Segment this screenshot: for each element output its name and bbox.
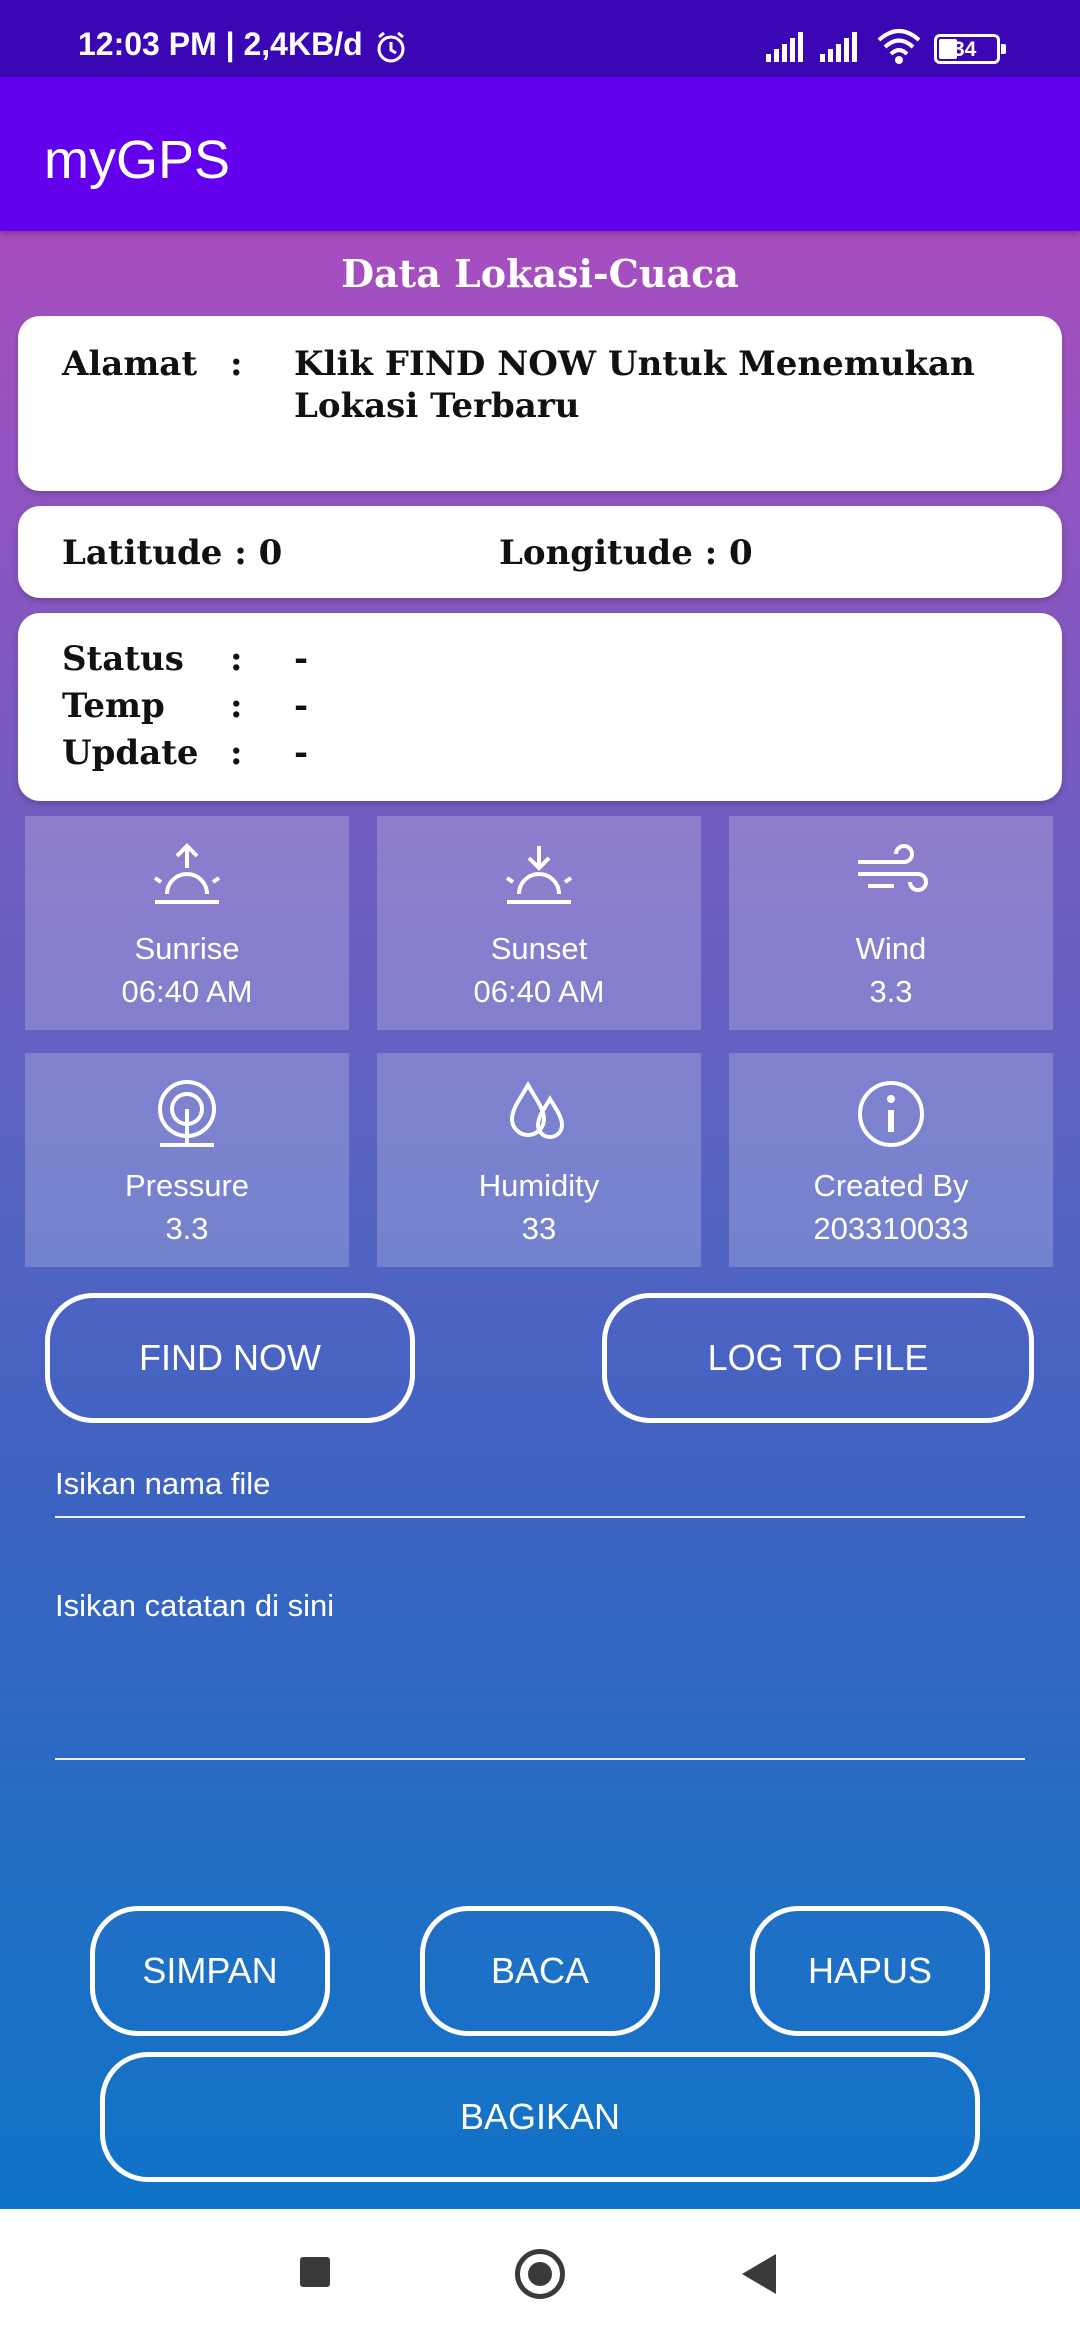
app-bar: myGPS (0, 77, 1080, 231)
note-input[interactable]: Isikan catatan di sini (55, 1588, 1025, 1788)
sunrise-icon (25, 842, 349, 908)
coordinates-card: Latitude : 0 Longitude : 0 (18, 506, 1062, 598)
tile-value: 3.3 (869, 974, 913, 1009)
weather-card: Status : - Temp : - Update : - (18, 613, 1062, 801)
pressure-tile: Pressure 3.3 (25, 1053, 349, 1267)
update-value: - (294, 733, 309, 773)
sunrise-tile: Sunrise 06:40 AM (25, 816, 349, 1030)
humidity-icon (377, 1079, 701, 1143)
address-card: Alamat : Klik FIND NOW Untuk Menemukan L… (18, 316, 1062, 491)
log-to-file-button[interactable]: LOG TO FILE (602, 1293, 1034, 1423)
battery-icon: 34 (934, 34, 1006, 64)
update-label: Update (62, 733, 199, 773)
hapus-button[interactable]: HAPUS (750, 1906, 990, 2036)
bagikan-button[interactable]: BAGIKAN (100, 2052, 980, 2182)
status-bar: 12:03 PM | 2,4KB/d 34 (0, 0, 1080, 77)
address-label: Alamat (62, 344, 198, 384)
humidity-tile: Humidity 33 (377, 1053, 701, 1267)
filename-placeholder: Isikan nama file (55, 1466, 271, 1501)
main-content: Data Lokasi-Cuaca Alamat : Klik FIND NOW… (0, 231, 1080, 2209)
address-line-2: Lokasi Terbaru (294, 386, 580, 426)
tile-value: 06:40 AM (121, 974, 253, 1009)
recents-icon[interactable] (300, 2257, 330, 2287)
section-title: Data Lokasi-Cuaca (341, 251, 739, 296)
home-icon[interactable] (515, 2249, 565, 2299)
baca-button[interactable]: BACA (420, 1906, 660, 2036)
tile-label: Humidity (478, 1168, 600, 1203)
filename-input[interactable]: Isikan nama file (55, 1466, 1025, 1546)
update-separator: : (230, 733, 243, 773)
alarm-icon (374, 30, 408, 69)
status-separator: : (230, 639, 243, 679)
sunset-icon (377, 842, 701, 908)
signal-icon (766, 32, 808, 67)
navigation-bar (0, 2209, 1080, 2340)
note-underline (55, 1758, 1025, 1760)
tile-value: 203310033 (813, 1211, 969, 1246)
status-label: Status (62, 639, 184, 679)
tile-label: Wind (855, 931, 927, 966)
tile-label: Sunset (490, 931, 588, 966)
simpan-button[interactable]: SIMPAN (90, 1906, 330, 2036)
sunset-tile: Sunset 06:40 AM (377, 816, 701, 1030)
temp-separator: : (230, 686, 243, 726)
wind-icon (729, 842, 1053, 902)
temp-value: - (294, 686, 309, 726)
wifi-icon (876, 28, 922, 69)
pressure-icon (25, 1079, 349, 1149)
info-icon (729, 1079, 1053, 1149)
latitude-text: Latitude : 0 (62, 533, 283, 573)
temp-label: Temp (62, 686, 165, 726)
tile-value: 3.3 (165, 1211, 209, 1246)
tile-label: Sunrise (134, 931, 240, 966)
tile-label: Pressure (124, 1168, 250, 1203)
back-icon[interactable] (742, 2254, 776, 2294)
address-line-1: Klik FIND NOW Untuk Menemukan (294, 344, 975, 384)
battery-level: 34 (953, 38, 977, 61)
status-time: 12:03 PM | 2,4KB/d (78, 26, 363, 62)
wind-tile: Wind 3.3 (729, 816, 1053, 1030)
app-title: myGPS (44, 130, 231, 190)
address-separator: : (230, 344, 243, 384)
status-value: - (294, 639, 309, 679)
longitude-text: Longitude : 0 (499, 533, 753, 573)
tile-label: Created By (813, 1168, 969, 1203)
tile-value: 06:40 AM (473, 974, 605, 1009)
find-now-button[interactable]: FIND NOW (45, 1293, 415, 1423)
note-placeholder: Isikan catatan di sini (55, 1588, 335, 1623)
tile-value: 33 (521, 1211, 557, 1246)
filename-underline (55, 1516, 1025, 1518)
created-by-tile: Created By 203310033 (729, 1053, 1053, 1267)
signal-icon (820, 32, 862, 67)
